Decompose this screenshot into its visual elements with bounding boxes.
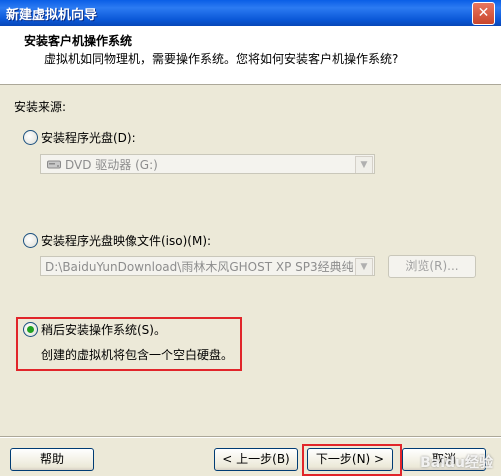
page-title: 安装客户机操作系统 — [24, 34, 133, 48]
title-bar[interactable]: 新建虚拟机向导 ✕ — [0, 0, 501, 26]
page-subtitle: 虚拟机如同物理机，需要操作系统。您将如何安装客户机操作系统? — [44, 52, 399, 66]
browse-button[interactable]: 浏览(R)... — [388, 255, 476, 278]
iso-path-select[interactable]: D:\BaiduYunDownload\雨林木风GHOST XP SP3经典纯净… — [40, 256, 375, 276]
radio-install-later-label[interactable]: 稍后安装操作系统(S)。 — [41, 321, 166, 338]
close-button[interactable]: ✕ — [472, 2, 495, 25]
help-button[interactable]: 帮助 — [10, 448, 94, 471]
disc-drive-value: DVD 驱动器 (G:) — [65, 158, 158, 172]
radio-install-iso-label[interactable]: 安装程序光盘映像文件(iso)(M): — [41, 232, 211, 249]
next-button[interactable]: 下一步(N) > — [307, 448, 393, 471]
window-title: 新建虚拟机向导 — [6, 8, 98, 23]
radio-install-later[interactable] — [23, 322, 38, 337]
radio-install-disc[interactable] — [23, 130, 38, 145]
radio-install-disc-label[interactable]: 安装程序光盘(D): — [41, 129, 136, 146]
close-icon: ✕ — [477, 5, 490, 21]
wizard-header: 安装客户机操作系统 虚拟机如同物理机，需要操作系统。您将如何安装客户机操作系统? — [0, 26, 501, 85]
install-later-description: 创建的虚拟机将包含一个空白硬盘。 — [41, 348, 234, 362]
install-source-label: 安装来源: — [14, 100, 67, 114]
footer-divider — [0, 436, 501, 438]
disc-drive-select[interactable]: DVD 驱动器 (G:) ▼ — [40, 154, 375, 174]
watermark: Baidu经验 — [420, 455, 493, 471]
back-button[interactable]: < 上一步(B) — [214, 448, 298, 471]
dvd-drive-icon — [47, 160, 61, 169]
chevron-down-icon[interactable]: ▼ — [355, 156, 373, 173]
chevron-down-icon[interactable]: ▼ — [355, 258, 373, 275]
iso-path-value: D:\BaiduYunDownload\雨林木风GHOST XP SP3经典纯净… — [45, 260, 353, 274]
radio-install-iso[interactable] — [23, 233, 38, 248]
